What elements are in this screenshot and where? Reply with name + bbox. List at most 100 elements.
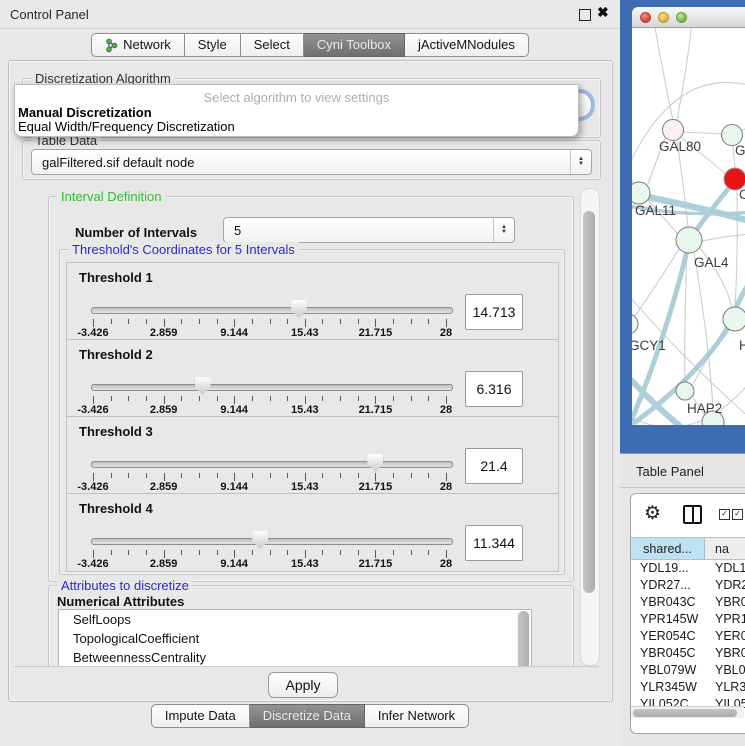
table-horizontal-scrollbar[interactable]: [631, 706, 744, 718]
tab-impute-data[interactable]: Impute Data: [151, 704, 250, 728]
tab-label: Discretize Data: [263, 705, 351, 727]
slider-tick-label: 21.715: [347, 404, 403, 416]
slider-tick-label: 9.144: [206, 404, 262, 416]
close-icon[interactable]: ✖: [597, 4, 609, 21]
cell-shared-name: YPR145W: [631, 612, 705, 626]
scrollbar-thumb[interactable]: [583, 211, 595, 593]
slider-tick-label: 15.43: [277, 327, 333, 339]
slider-tick: [164, 396, 165, 404]
node-label: C: [739, 187, 745, 202]
network-window-titlebar[interactable]: [632, 7, 745, 28]
network-node[interactable]: [632, 314, 638, 334]
network-edges: [632, 28, 745, 425]
network-node[interactable]: [676, 382, 694, 400]
tab-infer-network[interactable]: Infer Network: [365, 704, 469, 728]
checkbox-icon[interactable]: ✓: [732, 509, 743, 520]
zoom-traffic-light-icon[interactable]: [676, 12, 687, 23]
slider-thumb[interactable]: [195, 377, 211, 395]
slider-thumb[interactable]: [291, 300, 307, 318]
slider-thumb[interactable]: [367, 454, 383, 472]
threshold-value-field[interactable]: 11.344: [465, 525, 523, 561]
slider-tick: [146, 319, 147, 324]
slider-tick-label: -3.426: [65, 558, 121, 570]
slider-track[interactable]: [91, 461, 453, 468]
spinner-arrows-icon[interactable]: ▲▼: [570, 150, 591, 174]
slider-tick-label: -3.426: [65, 481, 121, 493]
apply-button[interactable]: Apply: [268, 672, 338, 698]
network-node[interactable]: [632, 182, 650, 204]
slider-tick: [358, 319, 359, 324]
slider-track[interactable]: [91, 538, 453, 545]
minimize-traffic-light-icon[interactable]: [658, 12, 669, 23]
panel-scrollbar[interactable]: [580, 188, 600, 666]
dropdown-item-manual-discretization[interactable]: Manual Discretization: [18, 105, 152, 120]
slider-tick: [199, 319, 200, 324]
cell-shared-name: YBR043C: [631, 595, 705, 609]
network-canvas[interactable]: GAL80GACGAL11GAL4GCY1HHAP2: [632, 28, 745, 425]
slider-tick: [128, 396, 129, 401]
slider-track[interactable]: [91, 384, 453, 391]
scrollbar-thumb[interactable]: [518, 611, 529, 666]
tab-label: Select: [254, 34, 290, 56]
slider-tick: [93, 396, 94, 404]
numerical-attributes-list[interactable]: SelfLoopsTopologicalCoefficientBetweenne…: [58, 609, 532, 666]
threshold-value-field[interactable]: 14.713: [465, 294, 523, 330]
table-row[interactable]: YPR145WYPR14: [631, 610, 745, 627]
slider-tick: [217, 396, 218, 401]
slider-tick: [146, 396, 147, 401]
table-row[interactable]: YDL19...YDL19: [631, 559, 745, 576]
slider-tick-label: 15.43: [277, 404, 333, 416]
panel-title: Control Panel: [10, 7, 89, 22]
slider-tick: [181, 396, 182, 401]
close-traffic-light-icon[interactable]: [640, 12, 651, 23]
slider-tick: [393, 473, 394, 478]
table-row[interactable]: YLR345WYLR34: [631, 678, 745, 695]
network-node[interactable]: [663, 120, 684, 141]
threshold-value-field[interactable]: 6.316: [465, 371, 523, 407]
tab-cyni-toolbox[interactable]: Cyni Toolbox: [304, 33, 405, 57]
table-row[interactable]: YBL079WYBL07: [631, 661, 745, 678]
network-node[interactable]: [676, 227, 702, 253]
spinner-arrows-icon[interactable]: ▲▼: [493, 218, 514, 242]
column-header-shared-name[interactable]: shared...: [631, 538, 705, 559]
slider-tick: [93, 550, 94, 558]
scrollbar-thumb[interactable]: [633, 709, 737, 717]
table-row[interactable]: YBR045CYBR04: [631, 644, 745, 661]
tab-discretize-data[interactable]: Discretize Data: [250, 704, 365, 728]
slider-track[interactable]: [91, 307, 453, 314]
network-view-window[interactable]: GAL80GACGAL11GAL4GCY1HHAP2: [632, 7, 745, 425]
tab-jactivemnodules[interactable]: jActiveMNodules: [405, 33, 529, 57]
float-window-icon[interactable]: [579, 9, 591, 21]
tab-select[interactable]: Select: [241, 33, 304, 57]
dropdown-item-equal-width-frequency[interactable]: Equal Width/Frequency Discretization: [18, 119, 235, 134]
table-data-combobox[interactable]: galFiltered.sif default node ▲▼: [31, 149, 592, 175]
slider-tick: [375, 473, 376, 481]
gear-icon[interactable]: ⚙: [644, 502, 661, 525]
slider-tick: [234, 319, 235, 327]
table-row[interactable]: YBR043CYBR04: [631, 593, 745, 610]
slider-tick: [446, 473, 447, 481]
column-header-name[interactable]: na: [705, 538, 745, 559]
number-of-intervals-combobox[interactable]: 5 ▲▼: [223, 217, 515, 243]
table-row[interactable]: YDR27...YDR27: [631, 576, 745, 593]
attribute-list-item[interactable]: TopologicalCoefficient: [59, 629, 531, 648]
top-tab-bar: Network Style Select Cyni Toolbox jActiv…: [0, 33, 620, 57]
slider-tick-label: -3.426: [65, 327, 121, 339]
attribute-list-item[interactable]: BetweennessCentrality: [59, 648, 531, 666]
cell-shared-name: YLR345W: [631, 680, 705, 694]
tab-label: Cyni Toolbox: [317, 34, 391, 56]
table-row[interactable]: YER054CYER05: [631, 627, 745, 644]
cell-name: YLR34: [705, 680, 745, 694]
list-scrollbar[interactable]: [517, 611, 530, 666]
split-columns-icon[interactable]: [683, 505, 702, 524]
attribute-list-item[interactable]: SelfLoops: [59, 610, 531, 629]
slider-tick: [252, 473, 253, 478]
tab-style[interactable]: Style: [185, 33, 241, 57]
threshold-value-field[interactable]: 21.4: [465, 448, 523, 484]
checkbox-icon[interactable]: ✓: [719, 509, 730, 520]
slider-thumb[interactable]: [252, 531, 268, 549]
group-title: Interval Definition: [57, 189, 165, 204]
network-node[interactable]: [723, 307, 745, 331]
control-panel: Control Panel ✖ Network Style Select Cyn…: [0, 0, 620, 745]
tab-network[interactable]: Network: [91, 33, 185, 57]
